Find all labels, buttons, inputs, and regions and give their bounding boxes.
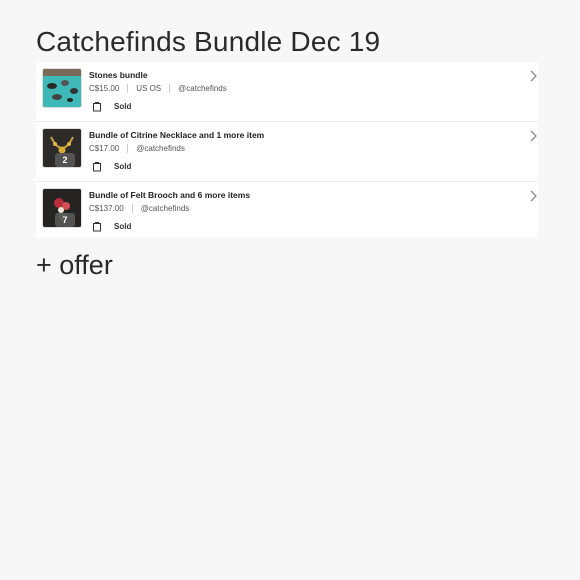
list-item[interactable]: 2 Bundle of Citrine Necklace and 1 more … bbox=[36, 122, 538, 182]
item-title: Bundle of Felt Brooch and 6 more items bbox=[89, 190, 251, 200]
thumbnail: 2 bbox=[42, 128, 83, 169]
chevron-right-icon bbox=[530, 70, 537, 82]
chevron-right-icon bbox=[530, 130, 537, 142]
page-title: Catchefinds Bundle Dec 19 bbox=[36, 26, 381, 57]
item-size: US OS bbox=[136, 84, 162, 93]
seller-link[interactable]: @catchefinds bbox=[136, 144, 185, 153]
item-meta: C$137.00 @catchefinds bbox=[89, 204, 189, 213]
divider bbox=[131, 204, 133, 213]
bag-icon bbox=[93, 162, 101, 172]
seller-link[interactable]: @catchefinds bbox=[178, 84, 227, 93]
item-count-badge: 2 bbox=[55, 153, 75, 167]
list-item[interactable]: 7 Bundle of Felt Brooch and 6 more items… bbox=[36, 182, 538, 238]
thumbnail: 7 bbox=[42, 188, 83, 229]
add-offer-button[interactable]: + offer bbox=[36, 250, 113, 281]
item-price: C$17.00 bbox=[89, 144, 120, 153]
item-count-badge: 7 bbox=[55, 213, 75, 227]
status-label: Sold bbox=[114, 102, 132, 111]
item-price: C$15.00 bbox=[89, 84, 120, 93]
status: Sold bbox=[92, 221, 131, 232]
item-title: Stones bundle bbox=[89, 70, 148, 80]
divider bbox=[169, 84, 171, 93]
stones-image bbox=[43, 69, 81, 107]
status-label: Sold bbox=[114, 162, 132, 171]
divider bbox=[127, 144, 129, 153]
status: Sold bbox=[92, 101, 131, 112]
status-label: Sold bbox=[114, 222, 132, 231]
seller-link[interactable]: @catchefinds bbox=[141, 204, 190, 213]
item-title: Bundle of Citrine Necklace and 1 more it… bbox=[89, 130, 265, 140]
chevron-right-icon bbox=[530, 190, 537, 202]
item-meta: C$17.00 @catchefinds bbox=[89, 144, 185, 153]
status: Sold bbox=[92, 161, 131, 172]
item-price: C$137.00 bbox=[89, 204, 124, 213]
bundle-list: Stones bundle C$15.00 US OS @catchefinds… bbox=[36, 62, 538, 238]
bag-icon bbox=[93, 222, 101, 232]
item-meta: C$15.00 US OS @catchefinds bbox=[89, 84, 227, 93]
list-item[interactable]: Stones bundle C$15.00 US OS @catchefinds… bbox=[36, 62, 538, 122]
bag-icon bbox=[93, 102, 101, 112]
thumbnail bbox=[42, 68, 82, 108]
divider bbox=[127, 84, 129, 93]
